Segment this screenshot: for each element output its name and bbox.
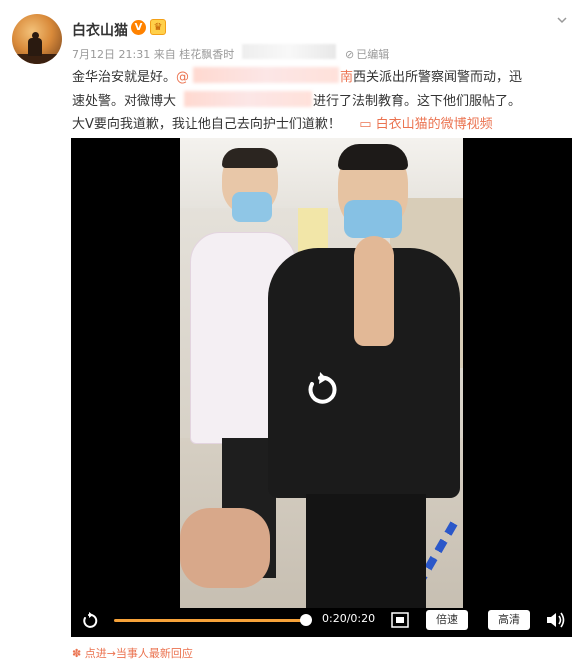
edited-text: 已编辑	[356, 48, 390, 61]
speed-button[interactable]: 倍速	[426, 610, 468, 630]
post-text: 西关派出所警察闻警而动，迅	[353, 70, 523, 85]
volume-icon[interactable]	[545, 611, 565, 629]
replay-icon[interactable]	[300, 370, 340, 410]
edited-label[interactable]: ⊘ 已编辑	[345, 46, 389, 62]
time-display: 0:20/0:20	[322, 612, 376, 625]
man-hands	[354, 236, 394, 346]
post-meta: 7月12日 21:31 来自 桂花飘香时	[72, 46, 234, 62]
post-line-2-end: 进行了法制教育。这下他们服帖了。	[313, 90, 521, 109]
edit-icon: ⊘	[345, 48, 355, 61]
post-text: 大V要向我道歉，我让他自己去向护士们道歉！	[72, 117, 341, 132]
crown-badge-icon: ♛	[150, 19, 166, 35]
video-link[interactable]: ▭ 白衣山猫的微博视频	[359, 117, 492, 132]
post-date[interactable]: 7月12日 21:31	[72, 48, 150, 61]
replay-small-icon[interactable]	[79, 611, 99, 631]
post-line-1: 金华治安就是好。@	[72, 66, 189, 85]
footer-text: 点进→当事人最新回应	[84, 647, 193, 660]
progress-knob[interactable]	[300, 614, 312, 626]
footer-link[interactable]: ✽ 点进→当事人最新回应	[72, 645, 193, 661]
post-text: 进行了法制教育。这下他们服帖了。	[313, 94, 522, 109]
video-player[interactable]: 0:20/0:20 倍速 高清	[71, 138, 572, 637]
post-line-2: 速处警。对微博大	[72, 90, 176, 109]
weibo-post: 白衣山猫 V ♛ 7月12日 21:31 来自 桂花飘香时 ⊘ 已编辑 金华治安就…	[0, 0, 581, 662]
post-device: 桂花飘香时	[179, 48, 235, 61]
redacted-mention	[193, 67, 339, 83]
post-line-3: 大V要向我道歉，我让他自己去向护士们道歉！ ▭ 白衣山猫的微博视频	[72, 113, 493, 132]
man-mask	[344, 200, 402, 238]
video-link-icon: ▭	[359, 117, 372, 132]
man-hair	[338, 144, 408, 170]
post-from-label: 来自	[153, 48, 176, 61]
mention-link[interactable]: @	[176, 70, 189, 85]
person-man	[262, 144, 462, 608]
quality-button[interactable]: 高清	[488, 610, 530, 630]
avatar-figure-body	[28, 38, 42, 56]
foreground-hand	[180, 508, 270, 588]
author-name[interactable]: 白衣山猫	[72, 20, 128, 40]
chevron-down-icon[interactable]	[556, 14, 568, 26]
redacted-name	[184, 91, 312, 107]
video-controls: 0:20/0:20 倍速 高清	[71, 604, 572, 637]
mention-link-end[interactable]: 南	[340, 70, 353, 85]
progress-bar[interactable]	[114, 619, 306, 622]
picture-in-picture-icon[interactable]	[391, 612, 409, 628]
asterisk-icon: ✽	[72, 647, 82, 660]
post-text: 金华治安就是好。	[72, 70, 177, 85]
man-legs	[306, 494, 426, 608]
redacted-meta	[242, 44, 336, 59]
verified-badge-icon: V	[131, 20, 146, 35]
post-text: 速处警。对微博大	[72, 94, 177, 109]
post-line-1-end: 南西关派出所警察闻警而动，迅	[340, 66, 522, 85]
avatar[interactable]	[12, 14, 62, 64]
